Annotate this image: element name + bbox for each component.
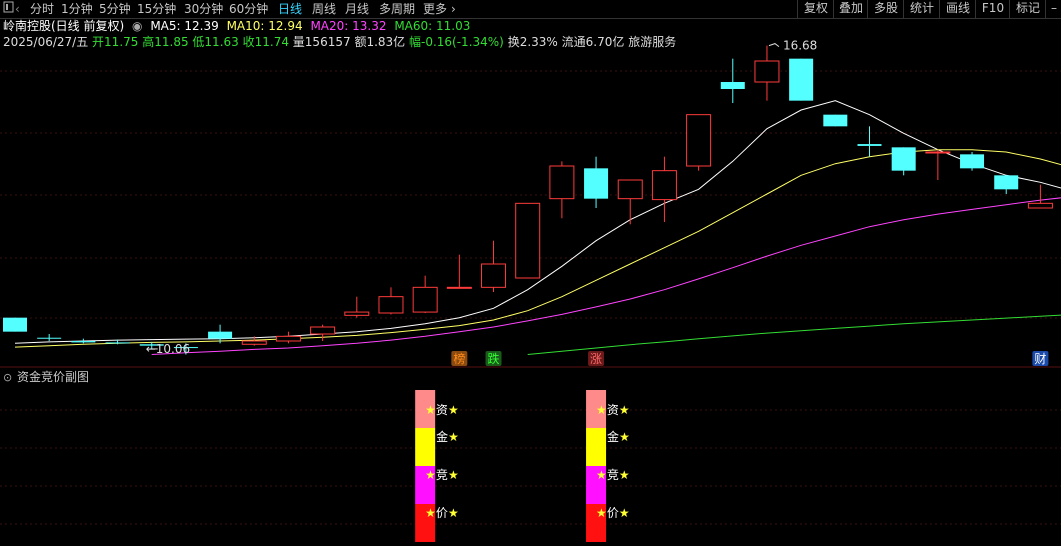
fund-segment-1 [415, 428, 436, 466]
candle-body[interactable] [960, 154, 985, 169]
low-price-label: ←10.06 [146, 342, 190, 356]
candle-body[interactable] [651, 170, 677, 201]
candle-body[interactable] [549, 165, 575, 200]
candle-body[interactable] [3, 317, 27, 332]
event-mark-0[interactable]: 榜 [453, 351, 465, 366]
candle-body[interactable] [891, 147, 916, 171]
candle-body[interactable] [857, 144, 882, 146]
candle-body[interactable] [686, 114, 712, 167]
period-tab-8[interactable]: 月线 [345, 1, 369, 17]
toolbar: ‹ 分时 1分钟 5分钟 15分钟 30分钟 60分钟 日线 周线 月线 多周期 更多 › 复权 叠加多… [0, 0, 1061, 19]
candle-body[interactable] [412, 286, 438, 313]
toolbar-button-0[interactable]: 复权 [797, 0, 834, 18]
fund-label-3: ★价★ [425, 506, 459, 520]
period-tab-10[interactable]: 更多 [423, 1, 447, 17]
period-tab-3[interactable]: 15分钟 [137, 1, 176, 17]
subchart-title: 资金竞价副图 [17, 369, 89, 384]
candlestick-chart[interactable]: 16.68 ←10.06 榜 跌 涨 财 ⊙ 资金竞价副图 ★资★ 金★ ★竞★ ★价★ ★资★ 金★ ★竞… [0, 18, 1061, 546]
candle-body[interactable] [1027, 202, 1053, 209]
candle-body[interactable] [310, 326, 336, 335]
candle-body[interactable] [617, 179, 643, 200]
event-mark-2[interactable]: 涨 [590, 351, 602, 366]
candle-body[interactable] [378, 296, 404, 314]
period-tab-5[interactable]: 60分钟 [229, 1, 268, 17]
toolbar-button-3[interactable]: 统计 [903, 0, 940, 18]
candle-body[interactable] [71, 341, 96, 343]
chevron-left-icon[interactable]: ‹ [15, 1, 20, 17]
candle-body[interactable] [344, 311, 370, 316]
period-tab-9[interactable]: 多周期 [379, 1, 415, 17]
candle-body[interactable] [789, 58, 814, 101]
fund-label-0: ★资★ [596, 403, 630, 417]
toolbar-button-2[interactable]: 多股 [867, 0, 904, 18]
fund-label-2: ★竞★ [596, 468, 630, 482]
candle-body[interactable] [720, 82, 745, 89]
high-price-label: 16.68 [783, 39, 817, 53]
event-mark-1[interactable]: 跌 [488, 351, 500, 366]
fund-segment-1 [586, 428, 607, 466]
candle-body[interactable] [105, 342, 130, 344]
fund-label-3: ★价★ [596, 506, 630, 520]
toolbar-button-4[interactable]: 画线 [939, 0, 976, 18]
period-tab-0[interactable]: 分时 [30, 1, 54, 17]
candle-body[interactable] [994, 175, 1019, 190]
more-arrow-icon[interactable]: › [451, 1, 456, 17]
collapse-icon[interactable]: ⊙ [3, 371, 12, 384]
period-tab-2[interactable]: 5分钟 [99, 1, 131, 17]
candle-body[interactable] [241, 340, 267, 345]
toolbar-button-1[interactable]: 叠加 [833, 0, 868, 18]
event-mark-3[interactable]: 财 [1034, 352, 1046, 366]
period-tab-4[interactable]: 30分钟 [184, 1, 223, 17]
candle-body[interactable] [208, 331, 233, 339]
window-icon[interactable] [3, 0, 14, 18]
candle-body[interactable] [37, 337, 62, 339]
fund-label-2: ★竞★ [425, 468, 459, 482]
candle-body[interactable] [481, 263, 507, 288]
candle-body[interactable] [823, 114, 848, 127]
fund-label-1: 金★ [436, 429, 459, 444]
candle-body[interactable] [584, 168, 609, 199]
period-tab-1[interactable]: 1分钟 [61, 1, 93, 17]
fund-label-1: 金★ [607, 429, 630, 444]
fund-label-0: ★资★ [425, 403, 459, 417]
period-tab-7[interactable]: 周线 [312, 1, 336, 17]
candle-body[interactable] [925, 151, 951, 154]
period-tab-6[interactable]: 日线 [278, 1, 302, 17]
candle-body[interactable] [275, 335, 301, 342]
ma-line-ma60 [527, 314, 1061, 355]
high-pointer [768, 43, 780, 47]
candle-body[interactable] [446, 286, 472, 289]
toolbar-button-6[interactable]: 标记 [1009, 0, 1046, 18]
minus-icon[interactable]: – [1045, 0, 1061, 18]
candle-body[interactable] [515, 202, 541, 279]
candle-body[interactable] [754, 60, 780, 83]
ma-line-ma20 [151, 197, 1061, 355]
toolbar-button-5[interactable]: F10 [975, 0, 1010, 18]
